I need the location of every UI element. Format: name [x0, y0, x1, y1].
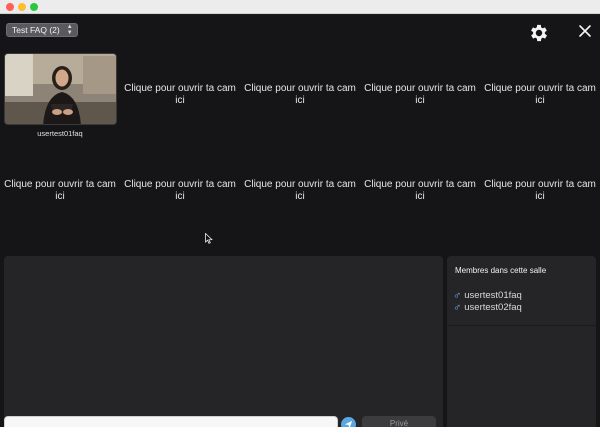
members-divider — [447, 325, 596, 326]
private-button[interactable]: Privé — [362, 416, 436, 427]
open-cam-text: Clique pour ouvrir ta cam ici — [4, 179, 116, 202]
open-cam-prompt: Clique pour ouvrir ta cam ici — [482, 179, 598, 203]
open-cam-text: Clique pour ouvrir ta cam ici — [244, 179, 356, 202]
app-window: Test FAQ (2) ▲ ▼ usertest01faq Clique po… — [0, 15, 600, 427]
member-name: usertest01faq — [464, 290, 522, 301]
mouse-cursor-icon — [205, 233, 213, 244]
chat-messages-panel[interactable] — [4, 256, 443, 427]
cam-slot[interactable]: Clique pour ouvrir ta cam ici — [2, 147, 118, 221]
open-cam-prompt: Clique pour ouvrir ta cam ici — [122, 83, 238, 107]
open-cam-prompt: Clique pour ouvrir ta cam ici — [362, 83, 478, 107]
cam-slot[interactable]: Clique pour ouvrir ta cam ici — [242, 51, 358, 125]
cam-slot[interactable]: Clique pour ouvrir ta cam ici — [122, 147, 238, 221]
chat-input[interactable] — [4, 416, 338, 427]
gear-icon[interactable] — [528, 22, 550, 44]
zoom-window-icon[interactable] — [30, 3, 38, 11]
close-window-icon[interactable] — [6, 3, 14, 11]
room-select-value: Test FAQ (2) — [12, 25, 60, 35]
members-panel: Membres dans cette salle ♂ usertest01faq… — [447, 256, 596, 427]
webcam-thumbnail[interactable] — [4, 53, 117, 125]
open-cam-prompt: Clique pour ouvrir ta cam ici — [482, 83, 598, 107]
cam-slot-active[interactable]: usertest01faq — [0, 51, 117, 138]
open-cam-prompt: Clique pour ouvrir ta cam ici — [122, 179, 238, 203]
cam-slot[interactable]: Clique pour ouvrir ta cam ici — [362, 51, 478, 125]
send-icon — [344, 420, 353, 427]
send-button[interactable] — [341, 417, 356, 427]
member-name: usertest02faq — [464, 302, 522, 313]
open-cam-text: Clique pour ouvrir ta cam ici — [124, 179, 236, 202]
cam-username: usertest01faq — [37, 129, 83, 138]
close-icon[interactable] — [578, 24, 592, 38]
member-item[interactable]: ♂ usertest02faq — [453, 302, 522, 313]
cam-slot[interactable]: Clique pour ouvrir ta cam ici — [362, 147, 478, 221]
minimize-window-icon[interactable] — [18, 3, 26, 11]
webcam-video-image — [5, 54, 116, 124]
room-select[interactable]: Test FAQ (2) ▲ ▼ — [6, 23, 78, 37]
open-cam-text: Clique pour ouvrir ta cam ici — [364, 179, 476, 202]
open-cam-text: Clique pour ouvrir ta cam ici — [124, 83, 236, 106]
open-cam-text: Clique pour ouvrir ta cam ici — [484, 179, 596, 202]
male-icon: ♂ — [453, 301, 462, 314]
open-cam-text: Clique pour ouvrir ta cam ici — [484, 83, 596, 106]
cam-slot[interactable]: Clique pour ouvrir ta cam ici — [122, 51, 238, 125]
select-arrows-icon: ▲ ▼ — [66, 24, 73, 36]
open-cam-text: Clique pour ouvrir ta cam ici — [364, 83, 476, 106]
member-item[interactable]: ♂ usertest01faq — [453, 290, 522, 301]
male-icon: ♂ — [453, 289, 462, 302]
members-title: Membres dans cette salle — [455, 266, 547, 275]
open-cam-prompt: Clique pour ouvrir ta cam ici — [2, 179, 118, 203]
cam-slot[interactable]: Clique pour ouvrir ta cam ici — [482, 147, 598, 221]
cam-slot[interactable]: Clique pour ouvrir ta cam ici — [482, 51, 598, 125]
open-cam-text: Clique pour ouvrir ta cam ici — [244, 83, 356, 106]
window-titlebar — [0, 0, 600, 14]
open-cam-prompt: Clique pour ouvrir ta cam ici — [242, 83, 358, 107]
open-cam-prompt: Clique pour ouvrir ta cam ici — [362, 179, 478, 203]
cam-slot[interactable]: Clique pour ouvrir ta cam ici — [242, 147, 358, 221]
open-cam-prompt: Clique pour ouvrir ta cam ici — [242, 179, 358, 203]
